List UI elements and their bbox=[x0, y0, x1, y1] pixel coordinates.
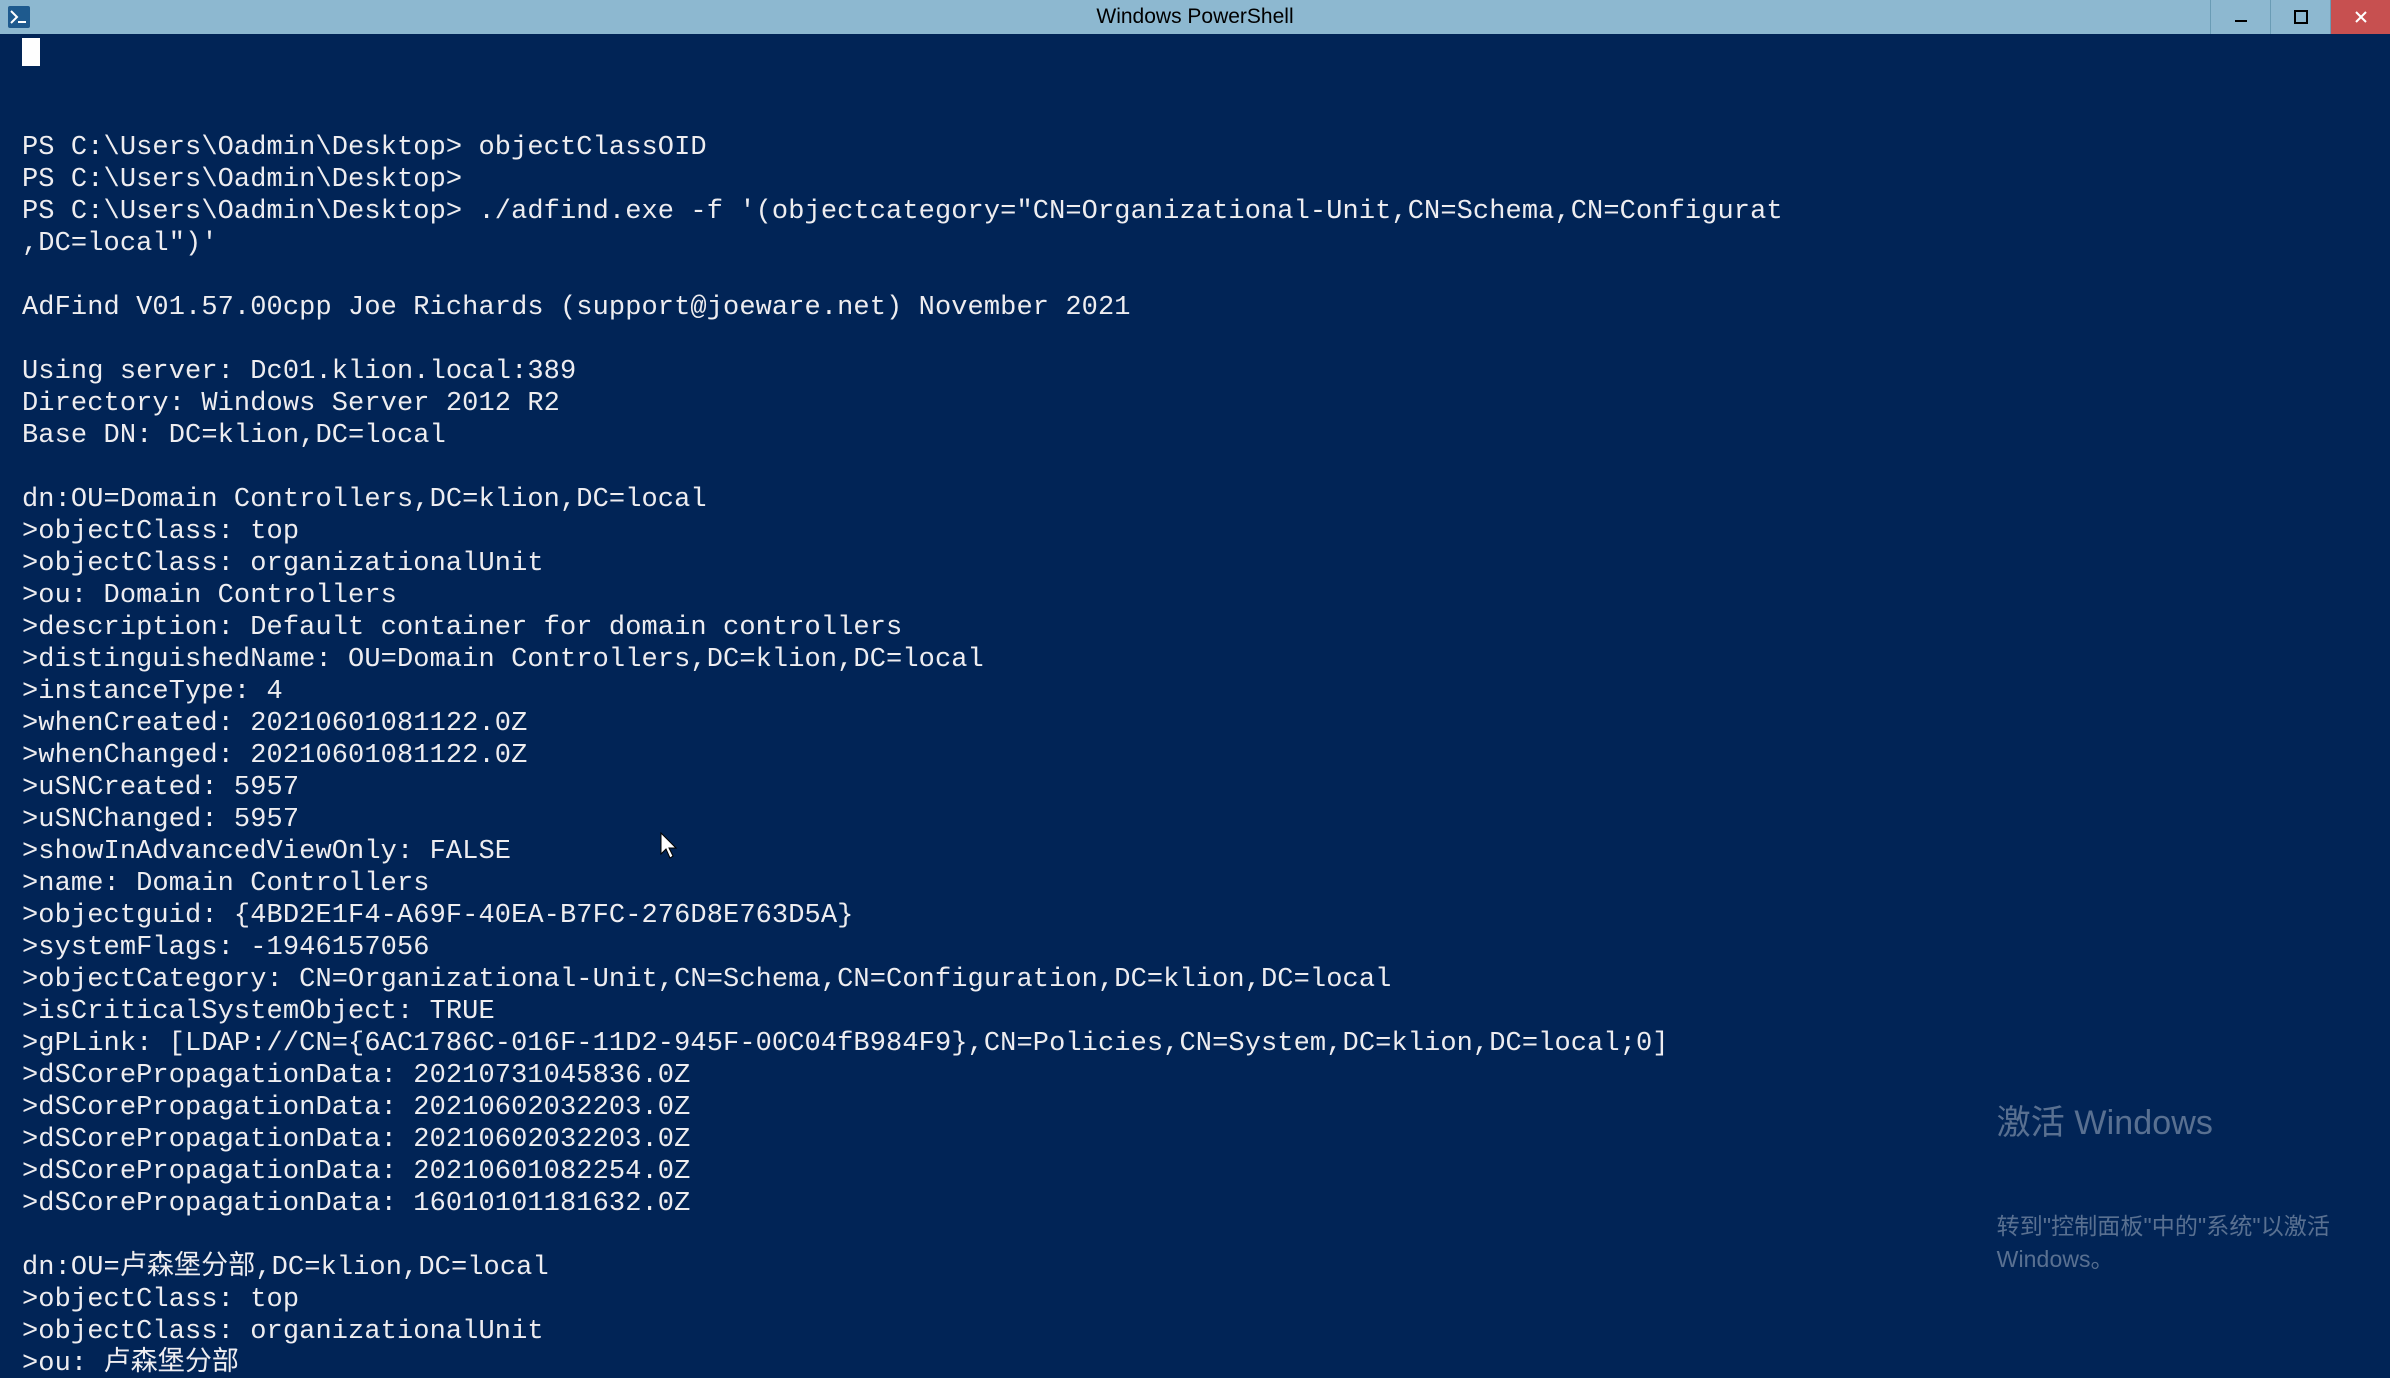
terminal-line: >description: Default container for doma… bbox=[0, 613, 2390, 645]
powershell-window: Windows PowerShell PS C:\Users\Oadmin\De… bbox=[0, 0, 2390, 1378]
terminal-line: >instanceType: 4 bbox=[0, 677, 2390, 709]
terminal-line: >systemFlags: -1946157056 bbox=[0, 933, 2390, 965]
terminal-line: Base DN: DC=klion,DC=local bbox=[0, 421, 2390, 453]
terminal-line: AdFind V01.57.00cpp Joe Richards (suppor… bbox=[0, 293, 2390, 325]
terminal-line: Using server: Dc01.klion.local:389 bbox=[0, 357, 2390, 389]
minimize-button[interactable] bbox=[2210, 0, 2270, 34]
maximize-button[interactable] bbox=[2270, 0, 2330, 34]
terminal-line: >whenChanged: 20210601081122.0Z bbox=[0, 741, 2390, 773]
watermark-subtitle: 转到"控制面板"中的"系统"以激活 Windows。 bbox=[1997, 1210, 2330, 1274]
window-titlebar[interactable]: Windows PowerShell bbox=[0, 0, 2390, 34]
terminal-line: PS C:\Users\Oadmin\Desktop> bbox=[0, 165, 2390, 197]
terminal-output[interactable]: PS C:\Users\Oadmin\Desktop> objectClassO… bbox=[0, 34, 2390, 1378]
terminal-line: dn:OU=Domain Controllers,DC=klion,DC=loc… bbox=[0, 485, 2390, 517]
watermark-title: 激活 Windows bbox=[1997, 1104, 2330, 1144]
terminal-line: Directory: Windows Server 2012 R2 bbox=[0, 389, 2390, 421]
terminal-line: >isCriticalSystemObject: TRUE bbox=[0, 997, 2390, 1029]
terminal-line: >showInAdvancedViewOnly: FALSE bbox=[0, 837, 2390, 869]
terminal-line: >distinguishedName: OU=Domain Controller… bbox=[0, 645, 2390, 677]
terminal-line: >ou: 卢森堡分部 bbox=[0, 1349, 2390, 1378]
window-controls bbox=[2210, 0, 2390, 34]
terminal-line: >name: Domain Controllers bbox=[0, 869, 2390, 901]
terminal-line: PS C:\Users\Oadmin\Desktop> objectClassO… bbox=[0, 133, 2390, 165]
terminal-line: >whenCreated: 20210601081122.0Z bbox=[0, 709, 2390, 741]
close-button[interactable] bbox=[2330, 0, 2390, 34]
terminal-line: >objectCategory: CN=Organizational-Unit,… bbox=[0, 965, 2390, 997]
terminal-line bbox=[0, 325, 2390, 357]
terminal-line: ,DC=local")' bbox=[0, 229, 2390, 261]
terminal-line bbox=[0, 453, 2390, 485]
terminal-line: PS C:\Users\Oadmin\Desktop> ./adfind.exe… bbox=[0, 197, 2390, 229]
terminal-line: >uSNCreated: 5957 bbox=[0, 773, 2390, 805]
terminal-line: >uSNChanged: 5957 bbox=[0, 805, 2390, 837]
windows-activation-watermark: 激活 Windows 转到"控制面板"中的"系统"以激活 Windows。 bbox=[1997, 1040, 2330, 1338]
terminal-line bbox=[0, 261, 2390, 293]
terminal-cursor bbox=[22, 38, 40, 66]
terminal-line: >objectClass: organizationalUnit bbox=[0, 549, 2390, 581]
powershell-icon bbox=[8, 6, 30, 28]
terminal-line: >objectClass: top bbox=[0, 517, 2390, 549]
window-title: Windows PowerShell bbox=[1096, 5, 1293, 29]
terminal-line: >ou: Domain Controllers bbox=[0, 581, 2390, 613]
terminal-line: >objectguid: {4BD2E1F4-A69F-40EA-B7FC-27… bbox=[0, 901, 2390, 933]
